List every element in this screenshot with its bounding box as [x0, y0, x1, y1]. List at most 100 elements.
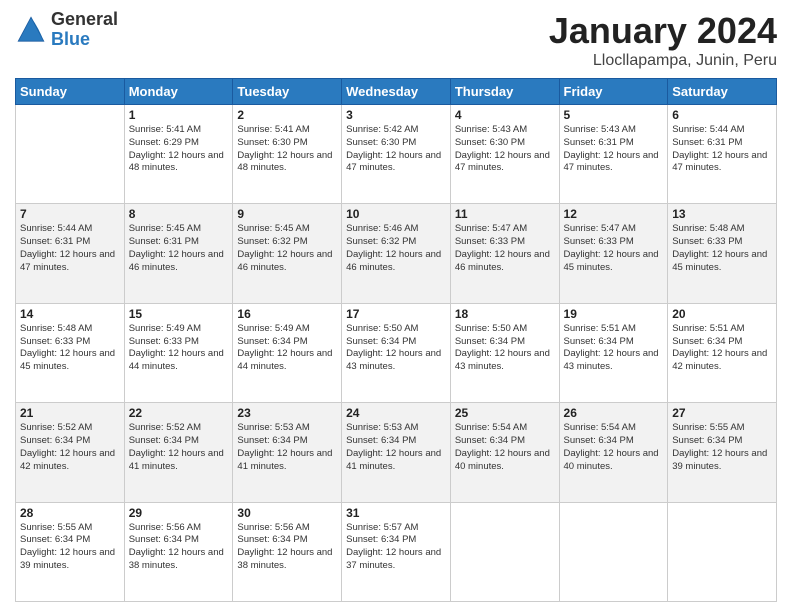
- day-number: 6: [672, 108, 772, 122]
- day-number: 22: [129, 406, 229, 420]
- calendar-day-cell: [450, 502, 559, 601]
- day-info: Sunrise: 5:50 AMSunset: 6:34 PMDaylight:…: [346, 323, 446, 374]
- day-info: Sunrise: 5:55 AMSunset: 6:34 PMDaylight:…: [20, 522, 120, 573]
- day-info: Sunrise: 5:50 AMSunset: 6:34 PMDaylight:…: [455, 323, 555, 374]
- title-month: January 2024: [549, 10, 777, 52]
- day-info: Sunrise: 5:42 AMSunset: 6:30 PMDaylight:…: [346, 124, 446, 175]
- day-info: Sunrise: 5:43 AMSunset: 6:31 PMDaylight:…: [564, 124, 664, 175]
- calendar-day-cell: 22 Sunrise: 5:52 AMSunset: 6:34 PMDayligh…: [124, 403, 233, 502]
- day-number: 30: [237, 506, 337, 520]
- day-number: 10: [346, 207, 446, 221]
- header: General Blue January 2024 Llocllapampa, …: [15, 10, 777, 70]
- day-info: Sunrise: 5:45 AMSunset: 6:32 PMDaylight:…: [237, 223, 337, 274]
- day-number: 1: [129, 108, 229, 122]
- calendar-week-row: 7 Sunrise: 5:44 AMSunset: 6:31 PMDaylight…: [16, 204, 777, 303]
- day-info: Sunrise: 5:54 AMSunset: 6:34 PMDaylight:…: [455, 422, 555, 473]
- calendar-day-cell: 25Sunrise: 5:54 AMSunset: 6:34 PMDayligh…: [450, 403, 559, 502]
- day-info: Sunrise: 5:55 AMSunset: 6:34 PMDaylight:…: [672, 422, 772, 473]
- day-number: 24: [346, 406, 446, 420]
- day-number: 19: [564, 307, 664, 321]
- page: General Blue January 2024 Llocllapampa, …: [0, 0, 792, 612]
- day-number: 9: [237, 207, 337, 221]
- day-info: Sunrise: 5:44 AMSunset: 6:31 PMDaylight:…: [20, 223, 120, 274]
- day-number: 15: [129, 307, 229, 321]
- day-info: Sunrise: 5:49 AMSunset: 6:34 PMDaylight:…: [237, 323, 337, 374]
- day-number: 5: [564, 108, 664, 122]
- day-number: 31: [346, 506, 446, 520]
- calendar-day-header: Wednesday: [342, 79, 451, 105]
- day-number: 21: [20, 406, 120, 420]
- title-block: January 2024 Llocllapampa, Junin, Peru: [549, 10, 777, 70]
- calendar-day-cell: 13 Sunrise: 5:48 AMSunset: 6:33 PMDayligh…: [668, 204, 777, 303]
- calendar-day-cell: 17 Sunrise: 5:50 AMSunset: 6:34 PMDayligh…: [342, 303, 451, 402]
- calendar-day-cell: 1 Sunrise: 5:41 AMSunset: 6:29 PMDaylight…: [124, 105, 233, 204]
- day-number: 11: [455, 207, 555, 221]
- day-info: Sunrise: 5:43 AMSunset: 6:30 PMDaylight:…: [455, 124, 555, 175]
- day-number: 20: [672, 307, 772, 321]
- day-number: 8: [129, 207, 229, 221]
- calendar-day-cell: 14Sunrise: 5:48 AMSunset: 6:33 PMDayligh…: [16, 303, 125, 402]
- calendar-day-cell: 29Sunrise: 5:56 AMSunset: 6:34 PMDayligh…: [124, 502, 233, 601]
- calendar-day-cell: 2Sunrise: 5:41 AMSunset: 6:30 PMDaylight…: [233, 105, 342, 204]
- day-number: 23: [237, 406, 337, 420]
- day-number: 7: [20, 207, 120, 221]
- calendar-header-row: SundayMondayTuesdayWednesdayThursdayFrid…: [16, 79, 777, 105]
- day-number: 28: [20, 506, 120, 520]
- calendar-day-cell: 8 Sunrise: 5:45 AMSunset: 6:31 PMDaylight…: [124, 204, 233, 303]
- calendar-day-cell: [559, 502, 668, 601]
- day-number: 4: [455, 108, 555, 122]
- day-info: Sunrise: 5:44 AMSunset: 6:31 PMDaylight:…: [672, 124, 772, 175]
- calendar-day-cell: 27 Sunrise: 5:55 AMSunset: 6:34 PMDayligh…: [668, 403, 777, 502]
- calendar-day-cell: [668, 502, 777, 601]
- day-info: Sunrise: 5:52 AMSunset: 6:34 PMDaylight:…: [129, 422, 229, 473]
- calendar-day-cell: 28 Sunrise: 5:55 AMSunset: 6:34 PMDayligh…: [16, 502, 125, 601]
- logo-text: General Blue: [51, 10, 118, 50]
- calendar-day-cell: 3 Sunrise: 5:42 AMSunset: 6:30 PMDaylight…: [342, 105, 451, 204]
- calendar-day-cell: 15 Sunrise: 5:49 AMSunset: 6:33 PMDayligh…: [124, 303, 233, 402]
- day-info: Sunrise: 5:51 AMSunset: 6:34 PMDaylight:…: [564, 323, 664, 374]
- day-info: Sunrise: 5:47 AMSunset: 6:33 PMDaylight:…: [564, 223, 664, 274]
- calendar-week-row: 14Sunrise: 5:48 AMSunset: 6:33 PMDayligh…: [16, 303, 777, 402]
- logo: General Blue: [15, 10, 118, 50]
- day-info: Sunrise: 5:57 AMSunset: 6:34 PMDaylight:…: [346, 522, 446, 573]
- calendar-day-cell: 26 Sunrise: 5:54 AMSunset: 6:34 PMDayligh…: [559, 403, 668, 502]
- day-info: Sunrise: 5:47 AMSunset: 6:33 PMDaylight:…: [455, 223, 555, 274]
- calendar-day-header: Monday: [124, 79, 233, 105]
- calendar-day-cell: 31 Sunrise: 5:57 AMSunset: 6:34 PMDayligh…: [342, 502, 451, 601]
- logo-blue-label: Blue: [51, 30, 118, 50]
- calendar-day-cell: 12 Sunrise: 5:47 AMSunset: 6:33 PMDayligh…: [559, 204, 668, 303]
- calendar-day-cell: 18 Sunrise: 5:50 AMSunset: 6:34 PMDayligh…: [450, 303, 559, 402]
- logo-general-label: General: [51, 10, 118, 30]
- calendar-day-cell: 11 Sunrise: 5:47 AMSunset: 6:33 PMDayligh…: [450, 204, 559, 303]
- day-info: Sunrise: 5:48 AMSunset: 6:33 PMDaylight:…: [672, 223, 772, 274]
- day-info: Sunrise: 5:41 AMSunset: 6:29 PMDaylight:…: [129, 124, 229, 175]
- calendar-day-cell: 4 Sunrise: 5:43 AMSunset: 6:30 PMDaylight…: [450, 105, 559, 204]
- day-info: Sunrise: 5:54 AMSunset: 6:34 PMDaylight:…: [564, 422, 664, 473]
- day-number: 27: [672, 406, 772, 420]
- day-info: Sunrise: 5:46 AMSunset: 6:32 PMDaylight:…: [346, 223, 446, 274]
- calendar-day-cell: 7 Sunrise: 5:44 AMSunset: 6:31 PMDaylight…: [16, 204, 125, 303]
- day-info: Sunrise: 5:49 AMSunset: 6:33 PMDaylight:…: [129, 323, 229, 374]
- day-number: 12: [564, 207, 664, 221]
- day-number: 17: [346, 307, 446, 321]
- day-info: Sunrise: 5:45 AMSunset: 6:31 PMDaylight:…: [129, 223, 229, 274]
- day-info: Sunrise: 5:53 AMSunset: 6:34 PMDaylight:…: [346, 422, 446, 473]
- day-info: Sunrise: 5:53 AMSunset: 6:34 PMDaylight:…: [237, 422, 337, 473]
- day-number: 3: [346, 108, 446, 122]
- logo-icon: [15, 14, 47, 46]
- calendar-day-cell: 9 Sunrise: 5:45 AMSunset: 6:32 PMDaylight…: [233, 204, 342, 303]
- day-number: 26: [564, 406, 664, 420]
- day-info: Sunrise: 5:41 AMSunset: 6:30 PMDaylight:…: [237, 124, 337, 175]
- day-number: 13: [672, 207, 772, 221]
- calendar-day-header: Thursday: [450, 79, 559, 105]
- day-number: 29: [129, 506, 229, 520]
- calendar-table: SundayMondayTuesdayWednesdayThursdayFrid…: [15, 78, 777, 602]
- calendar-day-header: Friday: [559, 79, 668, 105]
- day-number: 16: [237, 307, 337, 321]
- calendar-day-cell: [16, 105, 125, 204]
- day-number: 18: [455, 307, 555, 321]
- calendar-day-cell: 21Sunrise: 5:52 AMSunset: 6:34 PMDayligh…: [16, 403, 125, 502]
- title-location: Llocllapampa, Junin, Peru: [549, 52, 777, 70]
- calendar-week-row: 21 Sunrise: 5:52 AMSunset: 6:34 PMDayligh…: [16, 403, 777, 502]
- calendar-day-cell: 6 Sunrise: 5:44 AMSunset: 6:31 PMDaylight…: [668, 105, 777, 204]
